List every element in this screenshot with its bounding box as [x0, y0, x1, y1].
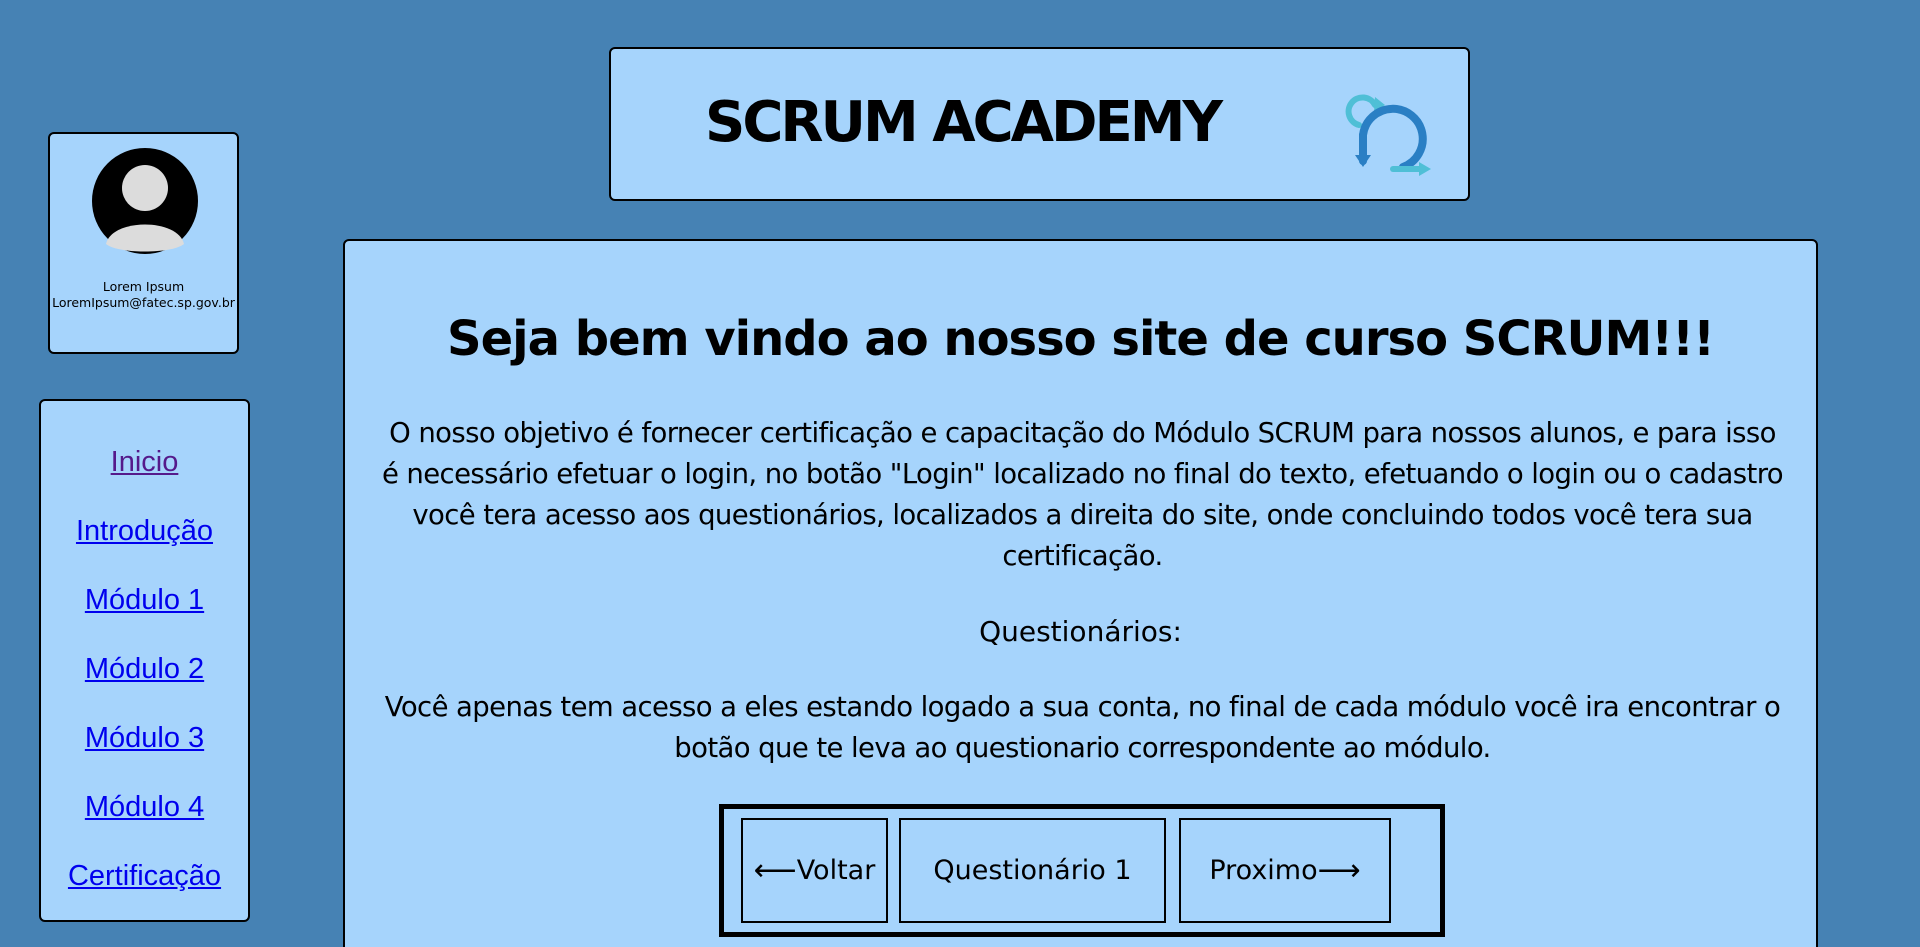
site-title: SCRUM ACADEMY	[705, 90, 1223, 155]
nav-item-modulo-4[interactable]: Módulo 4	[41, 790, 248, 824]
main-content: Seja bem vindo ao nosso site de curso SC…	[343, 239, 1818, 947]
nav-item-introducao[interactable]: Introdução	[41, 514, 248, 548]
welcome-title: Seja bem vindo ao nosso site de curso SC…	[447, 311, 1715, 367]
module-navigation: ⟵ Voltar Questionário 1 Proximo ⟶	[719, 804, 1445, 937]
sidebar-nav: Inicio Introdução Módulo 1 Módulo 2 Módu…	[39, 399, 250, 922]
quiz-text: Você apenas tem acesso a eles estando lo…	[384, 691, 1781, 764]
quiz-button[interactable]: Questionário 1	[899, 818, 1166, 923]
scrum-cycle-icon	[1345, 94, 1431, 176]
page: Lorem Ipsum LoremIpsum@fatec.sp.gov.br I…	[0, 0, 1920, 947]
intro-text: O nosso objetivo é fornecer certificação…	[381, 417, 1784, 572]
profile-name: Lorem Ipsum	[102, 279, 185, 294]
nav-item-modulo-2[interactable]: Módulo 2	[41, 652, 248, 686]
site-header: SCRUM ACADEMY	[609, 47, 1470, 201]
back-button[interactable]: ⟵ Voltar	[741, 818, 888, 923]
arrow-right-icon: ⟶	[1317, 852, 1361, 888]
nav-item-certificacao[interactable]: Certificação	[41, 859, 248, 893]
quiz-button-label: Questionário 1	[933, 855, 1132, 886]
next-button-label: Proximo	[1209, 855, 1318, 886]
quiz-heading: Questionários:	[979, 615, 1182, 648]
next-button[interactable]: Proximo ⟶	[1179, 818, 1391, 923]
nav-item-modulo-3[interactable]: Módulo 3	[41, 721, 248, 755]
nav-item-inicio[interactable]: Inicio	[41, 445, 248, 479]
avatar	[92, 148, 198, 254]
arrow-left-icon: ⟵	[753, 852, 797, 888]
back-button-label: Voltar	[796, 855, 876, 886]
profile-card: Lorem Ipsum LoremIpsum@fatec.sp.gov.br	[48, 132, 239, 354]
nav-item-modulo-1[interactable]: Módulo 1	[41, 583, 248, 617]
profile-email: LoremIpsum@fatec.sp.gov.br	[52, 295, 235, 310]
